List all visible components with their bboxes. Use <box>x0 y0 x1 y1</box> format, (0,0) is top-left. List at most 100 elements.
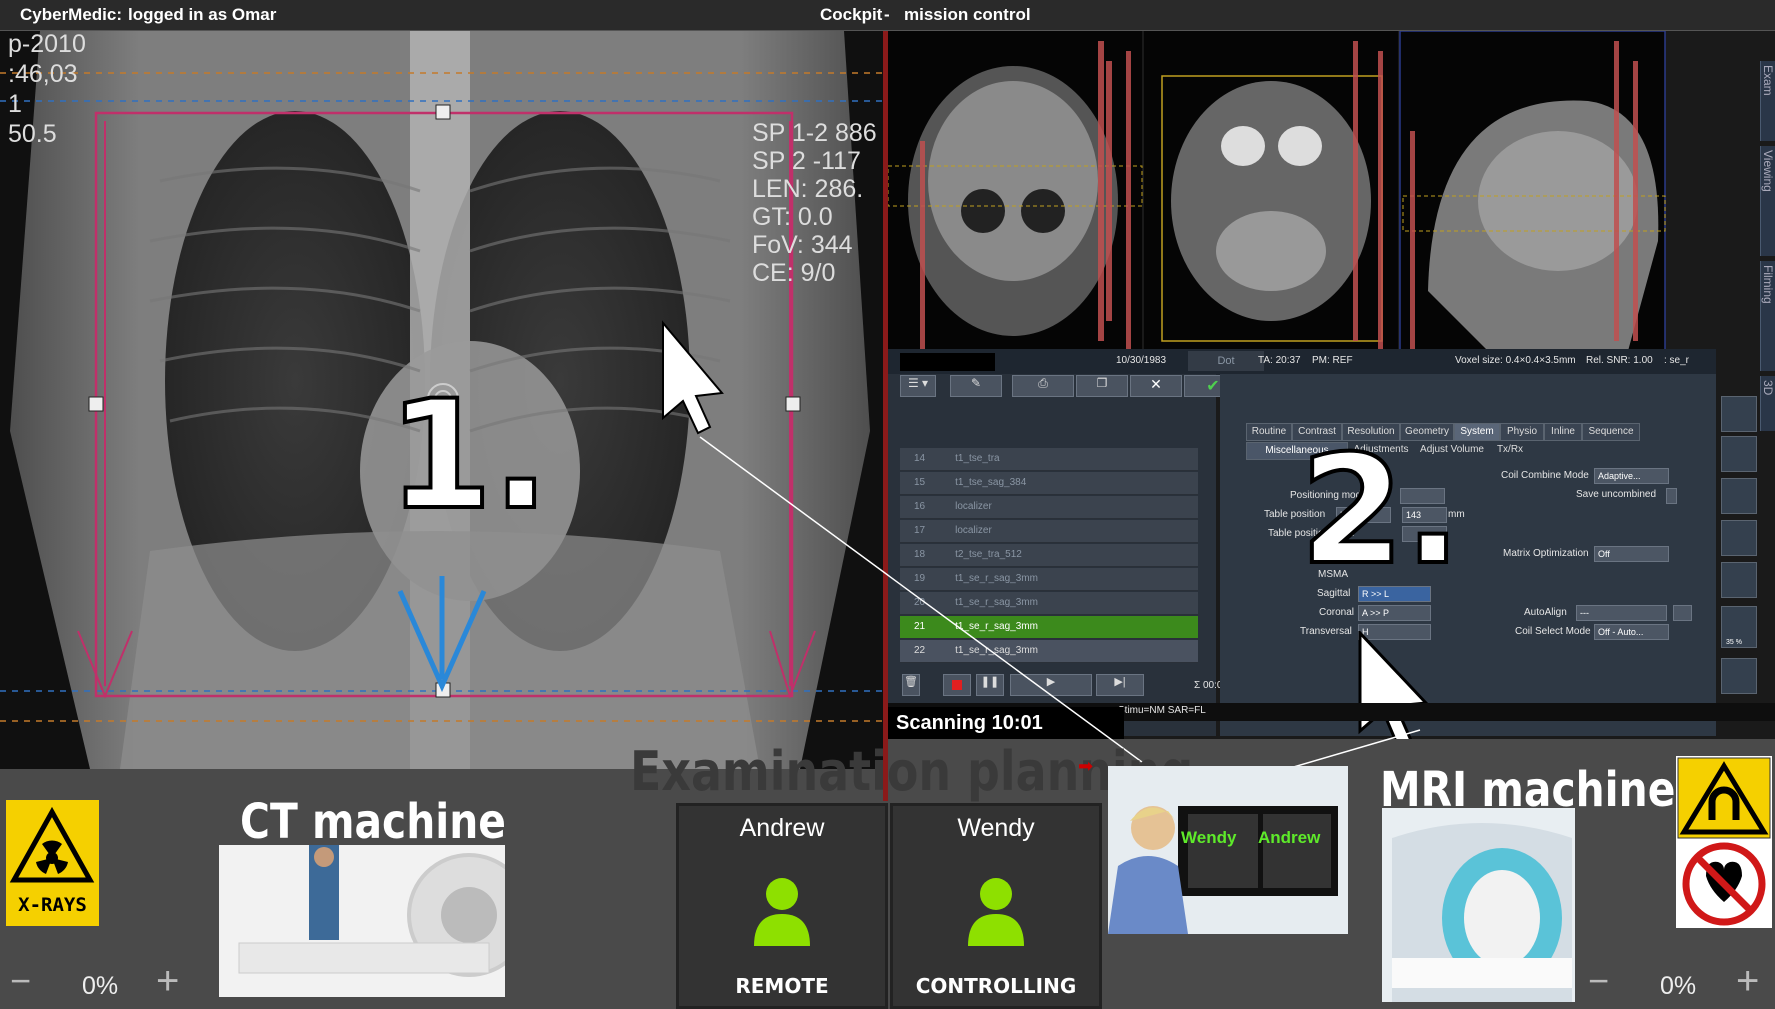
pause-button[interactable]: ❚❚ <box>976 674 1004 696</box>
ct-corner-line: :46,03 <box>8 60 78 88</box>
coil-combine-select[interactable]: Adaptive... <box>1594 468 1669 484</box>
autoalign-select[interactable]: --- <box>1576 605 1667 621</box>
person-icon <box>754 878 810 946</box>
cursor-icon <box>1358 631 1430 739</box>
print-button[interactable]: ⎙ <box>1012 375 1074 397</box>
protocol-name: localizer <box>955 501 992 512</box>
table-row[interactable]: 19 t1_se_r_sag_3mm <box>900 568 1198 591</box>
ct-param-key: GT: <box>752 203 791 231</box>
coil-select-select[interactable]: Off - Auto... <box>1594 624 1669 640</box>
ct-param-value: 9/0 <box>800 259 836 287</box>
table-row[interactable]: 22 t1_se_r_sag_3mm <box>900 640 1198 663</box>
coil-select-label: Coil Select Mode <box>1515 626 1591 637</box>
protocol-name: t1_se_r_sag_3mm <box>955 573 1038 584</box>
table-row[interactable]: 16 localizer <box>900 496 1198 519</box>
patient-dob: 10/30/1983 <box>1116 355 1167 366</box>
side-chart-icon[interactable] <box>1721 520 1757 556</box>
ct-param-key: SP <box>752 119 785 147</box>
table-row[interactable]: 14 t1_tse_tra <box>900 448 1198 471</box>
autoalign-more-button[interactable] <box>1673 605 1692 621</box>
cancel-button[interactable]: ✕ <box>1130 375 1182 397</box>
cockpit-label: Cockpit <box>820 5 883 24</box>
user-card-wendy[interactable]: Wendy CONTROLLING <box>890 803 1102 1009</box>
photo-label-wendy: Wendy <box>1181 828 1237 847</box>
pencil-icon: ✎ <box>970 376 982 390</box>
play-icon: ▶ <box>1046 676 1056 688</box>
copy-icon: ❐ <box>1096 376 1108 390</box>
subtab-tx-rx[interactable]: Tx/Rx <box>1490 442 1530 458</box>
title-separator: - <box>884 5 890 24</box>
table-row[interactable]: 20 t1_se_r_sag_3mm <box>900 592 1198 615</box>
ct-corner-info: p-2010 :46,03 1 50.5 <box>8 31 86 149</box>
protocol-name: t1_se_r_sag_3mm <box>955 597 1038 608</box>
side-document-icon[interactable] <box>1721 478 1757 514</box>
xray-warning-sign: X-RAYS <box>6 800 99 926</box>
protocol-name: localizer <box>955 525 992 536</box>
view-mode-button[interactable]: ☰ ▾ <box>900 375 936 397</box>
left-minus-button[interactable]: − <box>10 963 31 999</box>
side-head-icon[interactable] <box>1721 396 1757 432</box>
coil-combine-label: Coil Combine Mode <box>1501 470 1589 481</box>
ct-param-value: 344 <box>810 231 853 259</box>
vtab-3d-label: 3D <box>1761 380 1775 396</box>
mri-console[interactable]: 10/30/1983 Dot TA: 20:37 PM: REF Voxel s… <box>888 31 1775 739</box>
left-plus-button[interactable]: + <box>156 961 179 1001</box>
protocol-number: 20 <box>914 597 926 608</box>
ct-machine-photo <box>219 845 531 997</box>
protocol-number: 21 <box>914 621 926 632</box>
tab-routine[interactable]: Routine <box>1246 423 1292 441</box>
ct-corner-line: p-2010 <box>8 31 86 58</box>
delete-button[interactable]: 🗑 <box>902 674 920 696</box>
table-row[interactable]: 15 t1_tse_sag_384 <box>900 472 1198 495</box>
vtab-viewing-label: Viewing <box>1761 150 1775 192</box>
table-row[interactable]: 18 t2_tse_tra_512 <box>900 544 1198 567</box>
coronal-select[interactable]: A >> P <box>1358 605 1431 621</box>
user-name: Wendy <box>957 814 1035 842</box>
vtab-exam[interactable]: Exam <box>1760 61 1775 141</box>
edit-button[interactable]: ✎ <box>950 375 1002 397</box>
dot-button[interactable]: Dot <box>1188 351 1264 371</box>
play-button[interactable]: ▶ <box>1010 674 1092 696</box>
side-search-icon[interactable] <box>1721 658 1757 694</box>
zoom-percent: 35 % <box>1726 639 1742 646</box>
ct-param-value: 1-2 886 <box>791 119 877 147</box>
ct-param-key: CE: <box>752 259 794 287</box>
right-plus-button[interactable]: + <box>1736 961 1759 1001</box>
autoalign-label: AutoAlign <box>1524 607 1567 618</box>
logged-in-user: logged in as Omar <box>128 5 277 24</box>
tab-sequence[interactable]: Sequence <box>1582 423 1640 441</box>
vtab-3d[interactable]: 3D <box>1760 376 1775 431</box>
stop-button[interactable] <box>943 674 971 696</box>
stop-icon <box>952 680 962 690</box>
coronal-label: Coronal <box>1319 607 1355 618</box>
tab-inline[interactable]: Inline <box>1544 423 1582 441</box>
save-uncombined-checkbox[interactable] <box>1666 488 1677 504</box>
app-name: CyberMedic: <box>20 5 123 24</box>
user-name: Andrew <box>739 814 825 842</box>
vtab-filming[interactable]: Filming <box>1760 261 1775 371</box>
tab-physio[interactable]: Physio <box>1500 423 1544 441</box>
pause-icon: ❚❚ <box>980 676 1000 688</box>
table-row-active[interactable]: 21 t1_se_r_sag_3mm <box>900 616 1198 639</box>
photo-label-andrew: Andrew <box>1258 828 1321 847</box>
side-patient-icon[interactable]: 35 % <box>1721 606 1757 648</box>
matrix-optimization-select[interactable]: Off <box>1594 546 1669 562</box>
right-minus-button[interactable]: − <box>1588 963 1609 999</box>
user-card-andrew[interactable]: Andrew REMOTE <box>676 803 888 1009</box>
vtab-viewing[interactable]: Viewing <box>1760 146 1775 256</box>
mri-machine-photo <box>1382 808 1575 1002</box>
skip-button[interactable]: ▶| <box>1096 674 1144 696</box>
ct-param-key: FoV: <box>752 231 804 259</box>
side-layout-icon[interactable] <box>1721 562 1757 598</box>
protocol-name: t1_se_r_sag_3mm <box>955 621 1038 632</box>
ct-viewer[interactable]: p-2010 :46,03 1 50.5 SP 1-2 886 SP 2 -11… <box>0 31 884 769</box>
table-row[interactable]: 17 localizer <box>900 520 1198 543</box>
mri-machine-illustration <box>1382 808 1575 1002</box>
xray-warning-label: X-RAYS <box>18 894 87 916</box>
copy-button[interactable]: ❐ <box>1076 375 1128 397</box>
side-window-icon[interactable] <box>1721 436 1757 472</box>
ct-machine-title: CT machine <box>240 794 506 850</box>
vtab-exam-label: Exam <box>1761 65 1775 96</box>
printer-icon: ⎙ <box>1038 376 1048 390</box>
vtab-filming-label: Filming <box>1761 265 1775 304</box>
